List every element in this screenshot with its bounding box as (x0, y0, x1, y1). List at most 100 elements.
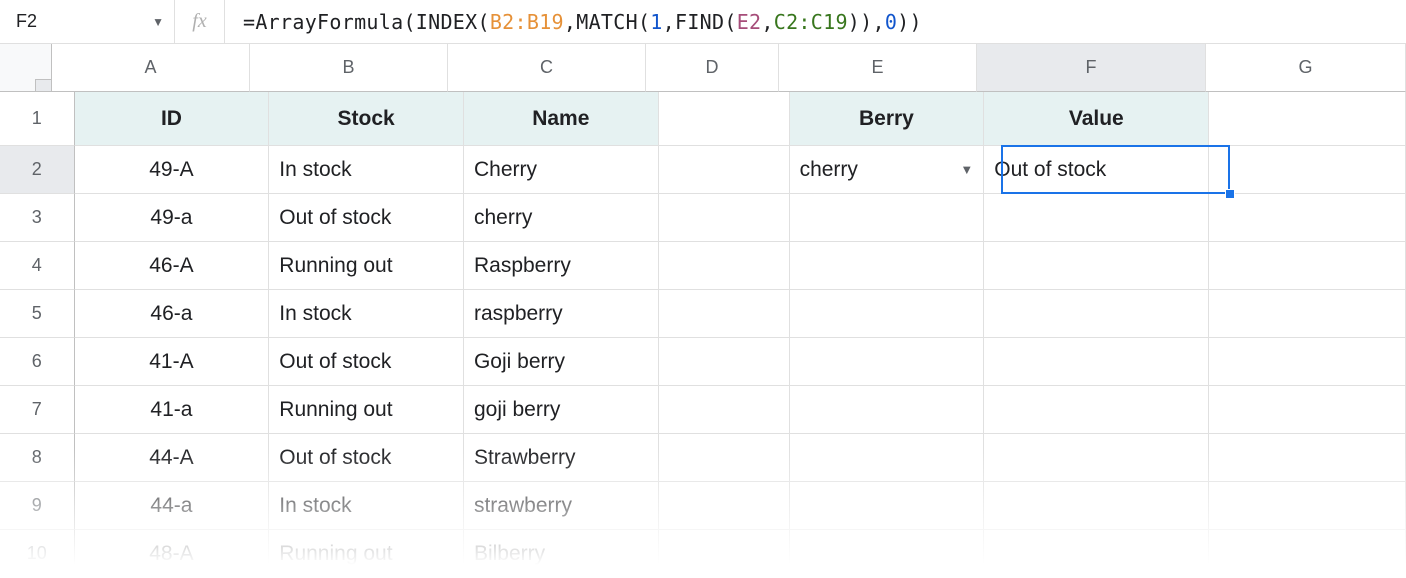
cell-D10[interactable] (659, 530, 790, 578)
select-all-corner[interactable] (0, 44, 52, 92)
cell-D8[interactable] (659, 434, 790, 482)
cell-F1[interactable]: Value (984, 92, 1209, 146)
cell-C7[interactable]: goji berry (464, 386, 659, 434)
cell-C4[interactable]: Raspberry (464, 242, 659, 290)
cell-F6[interactable] (984, 338, 1209, 386)
col-header-F[interactable]: F (977, 44, 1206, 92)
cell-F8[interactable] (984, 434, 1209, 482)
col-header-A[interactable]: A (52, 44, 250, 92)
cell-B9[interactable]: In stock (269, 482, 464, 530)
cell-A6[interactable]: 41-A (75, 338, 270, 386)
row-header-6[interactable]: 6 (0, 338, 75, 386)
cell-B3[interactable]: Out of stock (269, 194, 464, 242)
row-header-7[interactable]: 7 (0, 386, 75, 434)
cell-A4[interactable]: 46-A (75, 242, 270, 290)
cell-B10[interactable]: Running out (269, 530, 464, 578)
cell-F7[interactable] (984, 386, 1209, 434)
cell-C3[interactable]: cherry (464, 194, 659, 242)
dropdown-caret-icon: ▼ (960, 162, 973, 177)
row-header-8[interactable]: 8 (0, 434, 75, 482)
cell-B8[interactable]: Out of stock (269, 434, 464, 482)
cell-G4[interactable] (1209, 242, 1406, 290)
row-3: 3 49-a Out of stock cherry (0, 194, 1406, 242)
cell-A3[interactable]: 49-a (75, 194, 270, 242)
cell-A9[interactable]: 44-a (75, 482, 270, 530)
cell-C10[interactable]: Bilberry (464, 530, 659, 578)
grid: 1 ID Stock Name Berry Value 2 49-A In st… (0, 92, 1406, 578)
col-header-C[interactable]: C (448, 44, 646, 92)
cell-D4[interactable] (659, 242, 790, 290)
cell-D1[interactable] (659, 92, 790, 146)
cell-B6[interactable]: Out of stock (269, 338, 464, 386)
col-header-B[interactable]: B (250, 44, 448, 92)
caret-down-icon: ▼ (152, 15, 164, 29)
cell-G10[interactable] (1209, 530, 1406, 578)
row-header-2[interactable]: 2 (0, 146, 75, 194)
cell-A5[interactable]: 46-a (75, 290, 270, 338)
cell-B7[interactable]: Running out (269, 386, 464, 434)
name-box[interactable]: F2 ▼ (0, 0, 175, 43)
cell-E9[interactable] (790, 482, 985, 530)
fx-icon[interactable]: fx (175, 0, 225, 43)
cell-E3[interactable] (790, 194, 985, 242)
cell-A2[interactable]: 49-A (75, 146, 270, 194)
cell-G2[interactable] (1209, 146, 1406, 194)
cell-E4[interactable] (790, 242, 985, 290)
col-header-E[interactable]: E (779, 44, 977, 92)
cell-C1[interactable]: Name (464, 92, 659, 146)
row-9: 9 44-a In stock strawberry (0, 482, 1406, 530)
cell-G8[interactable] (1209, 434, 1406, 482)
cell-F2[interactable]: Out of stock (984, 146, 1209, 194)
cell-D7[interactable] (659, 386, 790, 434)
row-header-3[interactable]: 3 (0, 194, 75, 242)
cell-A8[interactable]: 44-A (75, 434, 270, 482)
row-header-10[interactable]: 10 (0, 530, 75, 578)
cell-G3[interactable] (1209, 194, 1406, 242)
row-2: 2 49-A In stock Cherry cherry ▼ Out of s… (0, 146, 1406, 194)
row-10: 10 48-A Running out Bilberry (0, 530, 1406, 578)
cell-B4[interactable]: Running out (269, 242, 464, 290)
cell-E1[interactable]: Berry (790, 92, 985, 146)
cell-B2[interactable]: In stock (269, 146, 464, 194)
cell-E2-dropdown[interactable]: cherry ▼ (790, 146, 985, 194)
cell-F5[interactable] (984, 290, 1209, 338)
cell-A7[interactable]: 41-a (75, 386, 270, 434)
cell-C2[interactable]: Cherry (464, 146, 659, 194)
cell-F3[interactable] (984, 194, 1209, 242)
col-header-G[interactable]: G (1206, 44, 1406, 92)
col-header-D[interactable]: D (646, 44, 779, 92)
cell-F10[interactable] (984, 530, 1209, 578)
cell-C9[interactable]: strawberry (464, 482, 659, 530)
cell-F4[interactable] (984, 242, 1209, 290)
cell-D2[interactable] (659, 146, 790, 194)
formula-input[interactable]: =ArrayFormula(INDEX(B2:B19,MATCH(1,FIND(… (225, 0, 1406, 43)
cell-E5[interactable] (790, 290, 985, 338)
cell-G6[interactable] (1209, 338, 1406, 386)
cell-E6[interactable] (790, 338, 985, 386)
cell-C8[interactable]: Strawberry (464, 434, 659, 482)
row-header-9[interactable]: 9 (0, 482, 75, 530)
cell-G5[interactable] (1209, 290, 1406, 338)
row-4: 4 46-A Running out Raspberry (0, 242, 1406, 290)
cell-E7[interactable] (790, 386, 985, 434)
cell-A10[interactable]: 48-A (75, 530, 270, 578)
row-5: 5 46-a In stock raspberry (0, 290, 1406, 338)
cell-C6[interactable]: Goji berry (464, 338, 659, 386)
cell-D5[interactable] (659, 290, 790, 338)
cell-D9[interactable] (659, 482, 790, 530)
cell-F9[interactable] (984, 482, 1209, 530)
cell-G7[interactable] (1209, 386, 1406, 434)
cell-E8[interactable] (790, 434, 985, 482)
cell-E10[interactable] (790, 530, 985, 578)
cell-G9[interactable] (1209, 482, 1406, 530)
cell-D3[interactable] (659, 194, 790, 242)
cell-G1[interactable] (1209, 92, 1406, 146)
row-header-4[interactable]: 4 (0, 242, 75, 290)
row-header-5[interactable]: 5 (0, 290, 75, 338)
cell-B1[interactable]: Stock (269, 92, 464, 146)
cell-A1[interactable]: ID (75, 92, 270, 146)
row-header-1[interactable]: 1 (0, 92, 75, 146)
cell-C5[interactable]: raspberry (464, 290, 659, 338)
cell-B5[interactable]: In stock (269, 290, 464, 338)
cell-D6[interactable] (659, 338, 790, 386)
